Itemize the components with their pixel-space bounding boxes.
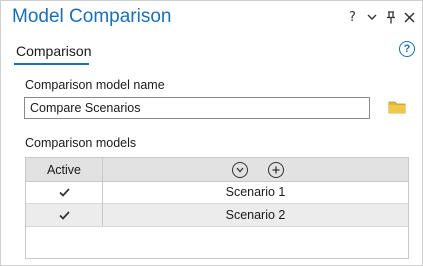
scenario-name: Scenario 1 bbox=[225, 185, 286, 199]
scenario-name: Scenario 2 bbox=[225, 208, 286, 222]
pane-title: Model Comparison bbox=[12, 6, 172, 27]
add-circle-icon[interactable] bbox=[268, 162, 284, 178]
folder-icon[interactable] bbox=[388, 99, 406, 115]
comparison-models-label: Comparison models bbox=[25, 136, 137, 150]
comparison-model-name-label: Comparison model name bbox=[25, 78, 165, 92]
tab-comparison[interactable]: Comparison bbox=[16, 43, 91, 59]
expand-circle-down-icon[interactable] bbox=[232, 162, 248, 178]
tab-selected-indicator bbox=[14, 63, 89, 65]
comparison-models-grid: Active Scenario 1 Scenario 2 bbox=[25, 157, 409, 259]
pin-icon[interactable] bbox=[384, 9, 397, 25]
help-icon[interactable]: ? bbox=[399, 41, 415, 57]
grid-header-actions bbox=[232, 162, 284, 178]
grid-header: Active bbox=[26, 158, 408, 182]
model-comparison-pane: Model Comparison ? Comparison ? Comparis… bbox=[0, 0, 423, 266]
help-question-button[interactable]: ? bbox=[346, 9, 359, 25]
table-row[interactable]: Scenario 1 bbox=[26, 181, 408, 204]
checkmark-icon[interactable] bbox=[26, 181, 102, 203]
active-column-header[interactable]: Active bbox=[26, 158, 102, 181]
pane-title-controls: ? bbox=[346, 9, 416, 25]
comparison-model-name-input[interactable] bbox=[24, 97, 370, 119]
column-divider bbox=[102, 158, 103, 226]
checkmark-icon[interactable] bbox=[26, 204, 102, 226]
table-row[interactable]: Scenario 2 bbox=[26, 204, 408, 227]
chevron-down-icon[interactable] bbox=[365, 9, 378, 25]
close-icon[interactable] bbox=[403, 9, 416, 25]
